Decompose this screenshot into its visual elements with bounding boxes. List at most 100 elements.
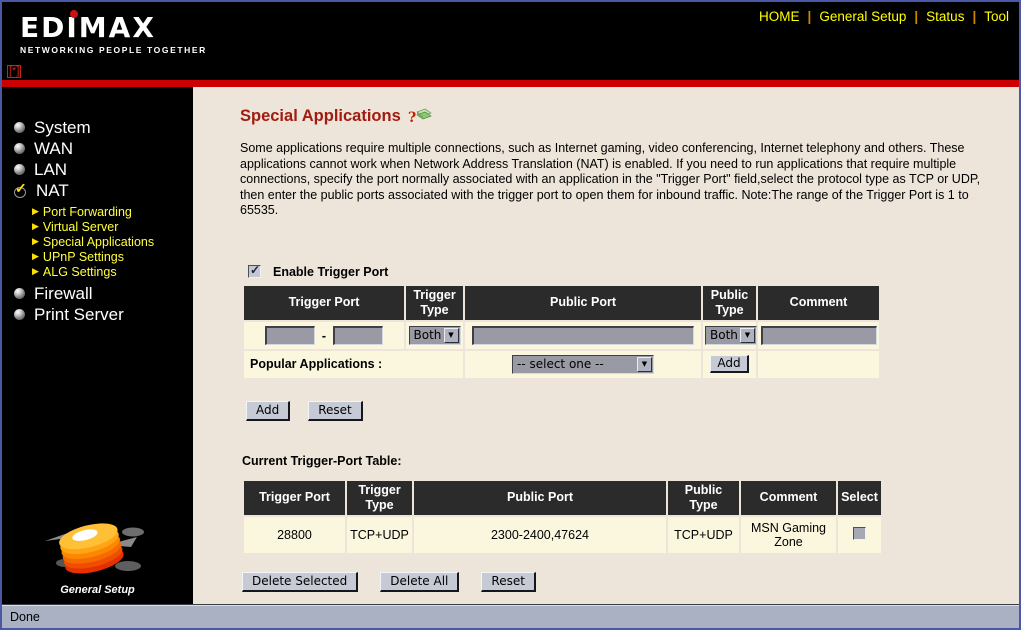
sidebar-item-nat[interactable]: NAT: [2, 180, 193, 201]
triangle-icon: ▶: [32, 267, 39, 276]
sidebar-item-wan[interactable]: WAN: [2, 138, 193, 159]
trigger-port-to-input[interactable]: [333, 326, 383, 345]
form-header-row: Trigger Port Trigger Type Public Port Pu…: [244, 286, 879, 320]
sidebar-item-label: Print Server: [34, 305, 124, 325]
comment-input[interactable]: [761, 326, 877, 345]
column-header: Comment: [758, 286, 879, 320]
nav-tool-link[interactable]: Tool: [984, 9, 1009, 24]
sidebar-menu: System WAN LAN NAT ▶: [2, 117, 193, 325]
triangle-icon: ▶: [32, 252, 39, 261]
public-type-value: TCP+UDP: [668, 517, 739, 553]
comment-cell: [758, 322, 879, 349]
public-type-cell: Both ▼: [703, 322, 756, 349]
top-navigation: HOME | General Setup | Status | Tool: [759, 9, 1009, 24]
description-text: Some applications require multiple conne…: [240, 141, 995, 219]
sidebar-item-label: WAN: [34, 139, 73, 159]
enable-trigger-port-row: Enable Trigger Port: [248, 265, 999, 279]
edimax-logo: EDIMAX NETWORKING PEOPLE TOGETHER: [20, 14, 207, 55]
status-text: Done: [10, 610, 40, 624]
nav-status-link[interactable]: Status: [926, 9, 964, 24]
enable-trigger-port-checkbox[interactable]: [248, 265, 261, 278]
sidebar-item-alg-settings[interactable]: ▶ ALG Settings: [2, 264, 193, 279]
table-row: 28800 TCP+UDP 2300-2400,47624 TCP+UDP MS…: [244, 517, 881, 553]
browser-window: EDIMAX NETWORKING PEOPLE TOGETHER HOME |…: [0, 0, 1021, 630]
delete-all-button[interactable]: Delete All: [380, 572, 459, 592]
reset-table-button[interactable]: Reset: [481, 572, 536, 592]
sidebar-item-label: Firewall: [34, 284, 93, 304]
sidebar-item-virtual-server[interactable]: ▶ Virtual Server: [2, 219, 193, 234]
sidebar-item-system[interactable]: System: [2, 117, 193, 138]
comment-value: MSN Gaming Zone: [741, 517, 836, 553]
brand-red-dot-icon: [70, 10, 78, 18]
sidebar-subitem-label: Port Forwarding: [43, 205, 132, 219]
public-port-input[interactable]: [472, 326, 694, 345]
row-select-checkbox[interactable]: [853, 527, 866, 540]
column-header: Public Port: [465, 286, 701, 320]
triangle-icon: ▶: [32, 237, 39, 246]
column-header: Public Port: [414, 481, 666, 515]
trigger-port-value: 28800: [244, 517, 345, 553]
sidebar-item-print-server[interactable]: Print Server: [2, 304, 193, 325]
column-header: Select: [838, 481, 881, 515]
status-bar: Done: [2, 604, 1019, 628]
trigger-port-range-cell: -: [244, 322, 404, 349]
select-cell: [838, 517, 881, 553]
popular-applications-row: Popular Applications : -- select one -- …: [244, 351, 879, 378]
bullet-icon: [14, 164, 25, 175]
sidebar-item-port-forwarding[interactable]: ▶ Port Forwarding: [2, 204, 193, 219]
page-title-text: Special Applications: [240, 107, 401, 126]
trigger-type-value: Both: [414, 328, 442, 342]
triangle-icon: ▶: [32, 222, 39, 231]
coil-logo-icon: [33, 515, 163, 579]
popular-select-value: -- select one --: [517, 357, 604, 371]
sidebar-subitem-label: ALG Settings: [43, 265, 117, 279]
sidebar-item-firewall[interactable]: Firewall: [2, 283, 193, 304]
broken-image-icon: [*]: [7, 65, 21, 78]
delete-selected-button[interactable]: Delete Selected: [242, 572, 358, 592]
chevron-down-icon: ▼: [637, 357, 652, 372]
nav-general-setup-link[interactable]: General Setup: [819, 9, 906, 24]
column-header: Trigger Port: [244, 286, 404, 320]
sidebar-item-lan[interactable]: LAN: [2, 159, 193, 180]
bullet-icon: [14, 309, 25, 320]
trigger-type-cell: Both ▼: [406, 322, 463, 349]
current-table-title: Current Trigger-Port Table:: [242, 454, 999, 468]
public-type-value: Both: [710, 328, 738, 342]
form-input-row: - Both ▼ Both: [244, 322, 879, 349]
trigger-type-select[interactable]: Both ▼: [409, 326, 461, 345]
popular-add-button[interactable]: Add: [710, 355, 748, 373]
column-header: Trigger Type: [347, 481, 412, 515]
nav-home-link[interactable]: HOME: [759, 9, 800, 24]
current-trigger-port-table: Trigger Port Trigger Type Public Port Pu…: [242, 479, 883, 555]
column-header: Trigger Port: [244, 481, 345, 515]
red-divider-bar: [2, 80, 1019, 87]
checkmark-icon: [14, 184, 27, 197]
sidebar-subitem-label: Virtual Server: [43, 220, 119, 234]
general-setup-label: General Setup: [2, 584, 193, 596]
general-setup-logo: General Setup: [2, 515, 193, 596]
range-separator: -: [322, 329, 326, 343]
form-buttons: Add Reset: [246, 401, 999, 421]
sidebar-item-upnp-settings[interactable]: ▶ UPnP Settings: [2, 249, 193, 264]
popular-select-cell: -- select one -- ▼: [465, 351, 701, 378]
sidebar-subitem-label: Special Applications: [43, 235, 154, 249]
add-button[interactable]: Add: [246, 401, 290, 421]
bullet-icon: [14, 288, 25, 299]
triangle-icon: ▶: [32, 207, 39, 216]
help-book-icon[interactable]: ?: [408, 108, 432, 125]
sidebar-item-special-applications[interactable]: ▶ Special Applications: [2, 234, 193, 249]
sidebar-item-label: System: [34, 118, 91, 138]
public-port-value: 2300-2400,47624: [414, 517, 666, 553]
column-header: Comment: [741, 481, 836, 515]
reset-button[interactable]: Reset: [308, 401, 363, 421]
public-type-select[interactable]: Both ▼: [705, 326, 757, 345]
popular-applications-select[interactable]: -- select one -- ▼: [512, 355, 654, 374]
chevron-down-icon: ▼: [444, 328, 459, 343]
column-header: Public Type: [668, 481, 739, 515]
table-header-row: Trigger Port Trigger Type Public Port Pu…: [244, 481, 881, 515]
sidebar-subitem-label: UPnP Settings: [43, 250, 124, 264]
chevron-down-icon: ▼: [740, 328, 755, 343]
page-title: Special Applications ?: [240, 107, 999, 126]
trigger-port-from-input[interactable]: [265, 326, 315, 345]
bullet-icon: [14, 143, 25, 154]
